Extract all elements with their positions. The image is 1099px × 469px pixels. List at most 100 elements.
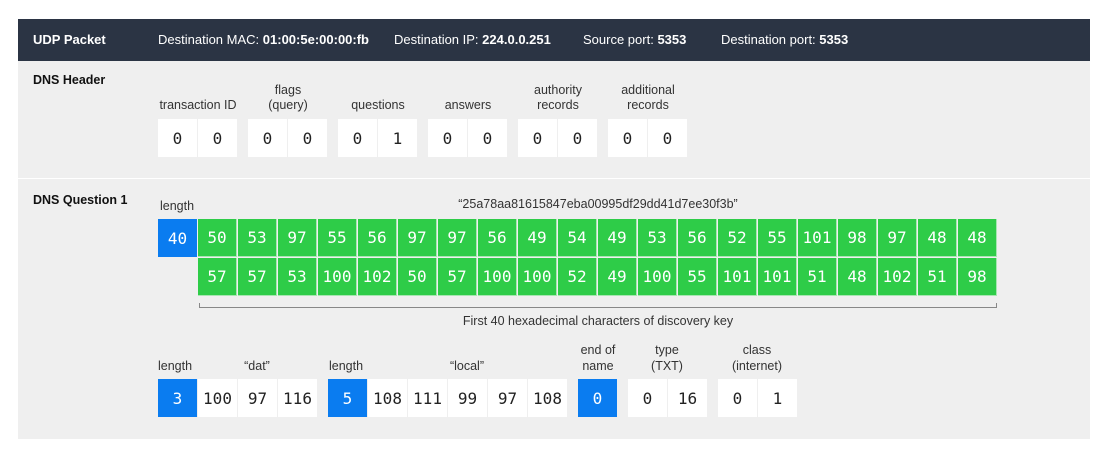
src-port-label: Source port:: [583, 32, 654, 47]
class-byte: 0: [718, 379, 757, 417]
header-field-label-top: flags: [274, 83, 302, 97]
key-byte: 48: [918, 219, 957, 257]
key-byte: 101: [718, 258, 757, 296]
header-byte: 0: [608, 119, 647, 157]
length-label: length: [160, 199, 195, 213]
key-string-label: “25a78aa81615847eba00995df29dd41d7ee30f3…: [458, 197, 738, 211]
end-label-line2: name: [582, 359, 614, 373]
length-cell: 40: [158, 219, 197, 257]
key-byte: 57: [438, 258, 477, 296]
key-byte: 97: [878, 219, 917, 257]
header-byte: 0: [288, 119, 327, 157]
key-byte: 57: [198, 258, 237, 296]
local-byte: 99: [448, 379, 487, 417]
header-byte: 1: [378, 119, 417, 157]
local-byte: 108: [528, 379, 567, 417]
key-byte: 97: [438, 219, 477, 257]
key-byte: 51: [918, 258, 957, 296]
header-field-label: records: [537, 98, 579, 112]
dat-byte: 97: [238, 379, 277, 417]
header-byte: 0: [198, 119, 237, 157]
key-byte: 53: [278, 258, 317, 296]
key-byte: 100: [638, 258, 677, 296]
header-byte: 0: [248, 119, 287, 157]
header-field-label: (query): [268, 98, 308, 112]
key-byte: 56: [678, 219, 717, 257]
key-byte: 50: [398, 258, 437, 296]
header-byte: 0: [518, 119, 557, 157]
dest-mac-value: 01:00:5e:00:00:fb: [262, 32, 369, 47]
key-byte: 48: [958, 219, 997, 257]
key-byte: 98: [958, 258, 997, 296]
dest-ip: Destination IP: 224.0.0.251: [394, 32, 551, 47]
key-byte: 48: [838, 258, 877, 296]
key-byte: 102: [358, 258, 397, 296]
key-byte: 100: [518, 258, 557, 296]
type-label-line1: type: [655, 343, 679, 357]
key-byte: 97: [278, 219, 317, 257]
key-byte: 53: [238, 219, 277, 257]
end-label-line1: end of: [580, 343, 616, 357]
dat-length-label: length: [158, 359, 193, 373]
key-byte: 55: [678, 258, 717, 296]
key-byte: 52: [718, 219, 757, 257]
header-byte: 0: [338, 119, 377, 157]
key-byte: 98: [838, 219, 877, 257]
key-byte: 51: [798, 258, 837, 296]
class-label-line1: class: [742, 343, 772, 357]
dest-ip-value: 224.0.0.251: [482, 32, 551, 47]
header-field-label: questions: [351, 98, 405, 112]
dest-mac: Destination MAC: 01:00:5e:00:00:fb: [158, 32, 369, 47]
key-byte: 57: [238, 258, 277, 296]
header-byte: 0: [648, 119, 687, 157]
src-port: Source port: 5353: [583, 32, 686, 47]
local-length-label: length: [329, 359, 364, 373]
key-byte: 53: [638, 219, 677, 257]
key-byte: 54: [558, 219, 597, 257]
dest-mac-label: Destination MAC:: [158, 32, 260, 47]
dest-port: Destination port: 5353: [721, 32, 848, 47]
header-byte: 0: [468, 119, 507, 157]
dat-byte: 100: [198, 379, 237, 417]
key-byte: 49: [598, 219, 637, 257]
key-byte: 101: [758, 258, 797, 296]
local-byte: 111: [408, 379, 447, 417]
header-field-label: answers: [444, 98, 492, 112]
udp-packet-bar: UDP Packet Destination MAC: 01:00:5e:00:…: [18, 19, 1090, 61]
type-byte: 16: [668, 379, 707, 417]
key-byte: 55: [758, 219, 797, 257]
header-byte: 0: [558, 119, 597, 157]
type-label: type (TXT): [628, 342, 706, 374]
header-byte: 0: [158, 119, 197, 157]
key-byte: 56: [478, 219, 517, 257]
class-label-line2: (internet): [731, 359, 783, 373]
header-byte: 0: [428, 119, 467, 157]
end-of-name-label: end of name: [572, 342, 624, 374]
key-byte: 101: [798, 219, 837, 257]
dns-header-title: DNS Header: [33, 73, 106, 87]
local-length-cell: 5: [328, 379, 367, 417]
dns-question-title: DNS Question 1: [33, 193, 128, 207]
key-bracket: [199, 303, 997, 308]
key-byte: 56: [358, 219, 397, 257]
key-byte: 100: [478, 258, 517, 296]
local-label: “local”: [449, 359, 485, 373]
local-byte: 108: [368, 379, 407, 417]
class-label: class (internet): [718, 342, 796, 374]
header-field-label-top: authority: [534, 83, 582, 97]
key-byte: 97: [398, 219, 437, 257]
dat-label: “dat”: [244, 359, 270, 373]
header-field-label: transaction ID: [159, 98, 237, 112]
src-port-value: 5353: [657, 32, 687, 47]
local-byte: 97: [488, 379, 527, 417]
dest-ip-label: Destination IP:: [394, 32, 479, 47]
key-byte: 49: [518, 219, 557, 257]
key-byte: 102: [878, 258, 917, 296]
udp-packet-title: UDP Packet: [33, 32, 106, 47]
key-byte: 50: [198, 219, 237, 257]
class-byte: 1: [758, 379, 797, 417]
dest-port-value: 5353: [819, 32, 849, 47]
header-field-label-top: additional: [621, 83, 675, 97]
key-byte: 55: [318, 219, 357, 257]
section-divider: [18, 178, 1090, 179]
